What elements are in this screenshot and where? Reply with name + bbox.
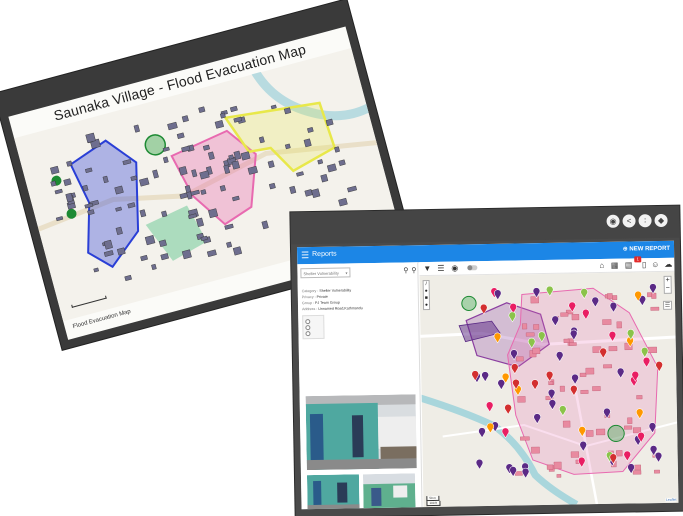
report-marker[interactable]	[654, 451, 663, 463]
bank-icon[interactable]: ▦	[611, 261, 619, 271]
report-marker[interactable]	[481, 371, 489, 383]
map-panel: ▼ ☰ ◉ ⌂ ▦ ▤ 1 ▯ ☺ ☁ / ● ■ ● + − ☰ 50 m 1…	[419, 256, 679, 508]
report-marker[interactable]	[521, 467, 530, 479]
report-marker[interactable]	[494, 289, 502, 301]
menu-icon[interactable]: ☰	[301, 250, 309, 261]
new-report-label: NEW REPORT	[629, 245, 671, 253]
share-icon[interactable]: <	[622, 214, 636, 228]
scale-feet: 100 ft	[426, 500, 441, 507]
chevron-down-icon: ▾	[345, 270, 348, 276]
category-select[interactable]: Shelter Vulnerability ▾	[300, 267, 351, 279]
rss-icon[interactable]: ∶	[638, 214, 652, 228]
category-select-value: Shelter Vulnerability	[303, 270, 339, 277]
location-icon[interactable]: ⚲	[411, 266, 416, 276]
report-detail-panel: Shelter Vulnerability ▾ ⚲ ⚲ Category : S…	[297, 262, 423, 510]
search-icon[interactable]: ⚲	[403, 266, 408, 276]
page-title: Reports	[312, 250, 337, 259]
app-viewport: ☰ Reports ⊕ NEW REPORT Shelter Vulnerabi…	[296, 240, 679, 510]
draw-marker-tool[interactable]: ●	[424, 302, 429, 309]
report-photo-thumb[interactable]	[306, 474, 360, 510]
mobile-icon[interactable]: ▯	[642, 260, 647, 270]
window-topbar: ◉ < ∶ ◆	[290, 205, 680, 245]
reports-icon[interactable]: ▤	[625, 260, 633, 270]
user-icon[interactable]: ☺	[651, 260, 659, 270]
report-marker[interactable]	[475, 458, 484, 470]
report-photo-main[interactable]	[305, 394, 417, 471]
radio-option[interactable]	[305, 330, 321, 336]
zoom-control: + −	[663, 275, 672, 294]
map-attribution[interactable]: Leaflet	[665, 497, 677, 502]
view-toggle[interactable]	[467, 265, 478, 271]
layers-icon[interactable]: ☰	[662, 300, 673, 310]
report-marker[interactable]	[504, 404, 512, 415]
filter-bar: Shelter Vulnerability ▾ ⚲ ⚲	[300, 266, 417, 279]
report-detail: Category : Shelter Vulnerability Privacy…	[302, 286, 415, 340]
report-marker[interactable]	[486, 422, 495, 434]
pin-icon[interactable]: ◉	[606, 214, 620, 228]
lock-icon[interactable]: ◆	[654, 213, 668, 228]
report-photo-thumb[interactable]	[362, 473, 416, 510]
new-report-button[interactable]: ⊕ NEW REPORT	[623, 245, 670, 253]
app-window: ◉ < ∶ ◆ ☰ Reports ⊕ NEW REPORT Shelter V…	[290, 205, 683, 516]
globe-icon[interactable]: ◉	[451, 263, 458, 273]
report-marker[interactable]	[485, 401, 494, 413]
report-marker[interactable]	[497, 379, 505, 391]
zoom-out-button[interactable]: −	[665, 285, 671, 293]
report-marker[interactable]	[478, 427, 486, 439]
layers-stack-icon[interactable]: ☰	[437, 264, 444, 274]
zoom-in-button[interactable]: +	[665, 277, 671, 285]
report-map-canvas	[419, 283, 678, 508]
notification-badge: 1	[634, 256, 642, 263]
vulnerability-options	[302, 314, 325, 340]
home-icon[interactable]: ⌂	[599, 261, 604, 271]
report-marker[interactable]	[649, 283, 657, 295]
cloud-download-icon[interactable]: ☁	[664, 260, 672, 270]
report-map[interactable]: / ● ■ ● + − ☰ 50 m 100 ft Leaflet	[419, 271, 679, 508]
draw-toolbar: / ● ■ ●	[422, 279, 431, 311]
filter-icon[interactable]: ▼	[423, 264, 431, 274]
detail-row-address: Address : Unnamed Road,Kathmandu	[302, 306, 363, 312]
